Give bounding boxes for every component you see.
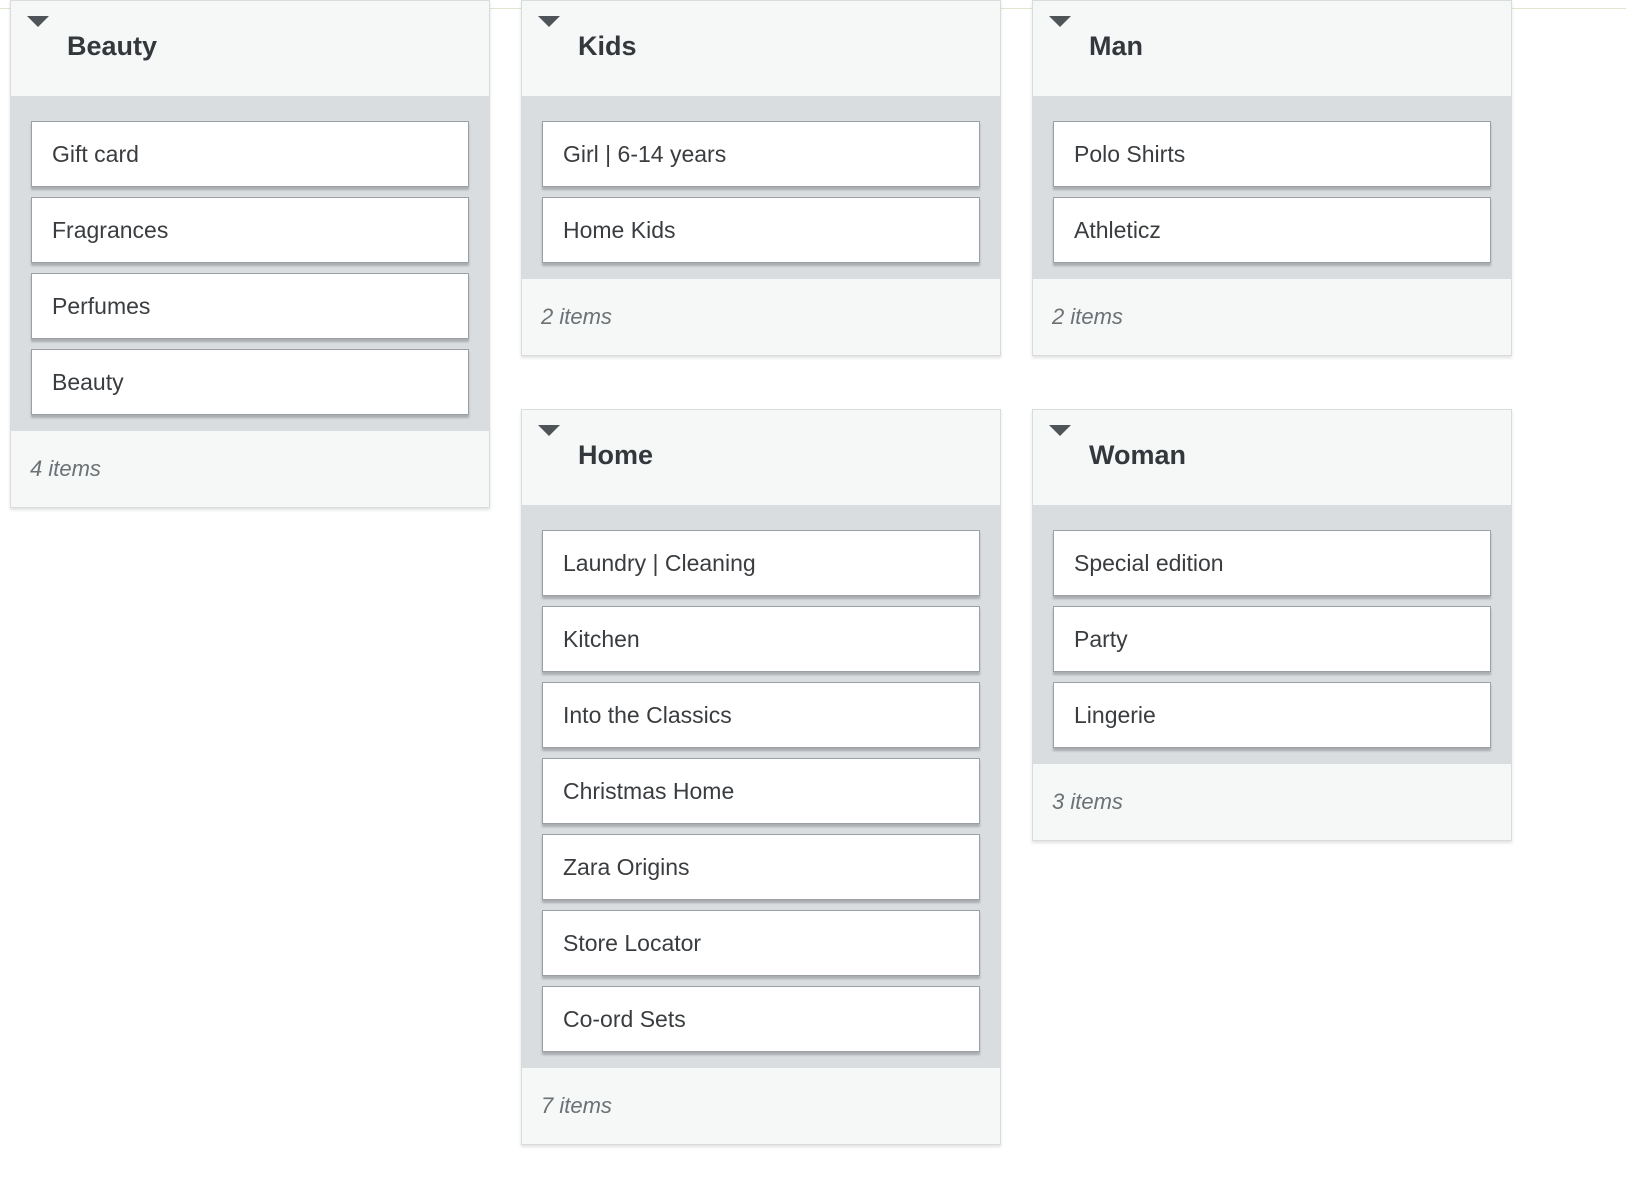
group-woman: Woman Special edition Party Lingerie 3 i… — [1032, 409, 1512, 841]
group-items: Laundry | Cleaning Kitchen Into the Clas… — [522, 505, 1000, 1068]
list-item[interactable]: Christmas Home — [542, 758, 980, 824]
group-items: Gift card Fragrances Perfumes Beauty — [11, 96, 489, 431]
group-kids: Kids Girl | 6-14 years Home Kids 2 items — [521, 0, 1001, 356]
group-items: Special edition Party Lingerie — [1033, 505, 1511, 764]
list-item[interactable]: Beauty — [31, 349, 469, 415]
list-item[interactable]: Store Locator — [542, 910, 980, 976]
list-item[interactable]: Party — [1053, 606, 1491, 672]
group-title: Kids — [578, 31, 637, 61]
item-count: 2 items — [541, 304, 612, 329]
group-items: Girl | 6-14 years Home Kids — [522, 96, 1000, 279]
item-count: 7 items — [541, 1093, 612, 1118]
caret-down-icon[interactable] — [538, 425, 560, 436]
list-item[interactable]: Fragrances — [31, 197, 469, 263]
list-item[interactable]: Girl | 6-14 years — [542, 121, 980, 187]
list-item[interactable]: Home Kids — [542, 197, 980, 263]
group-items: Polo Shirts Athleticz — [1033, 96, 1511, 279]
item-count: 4 items — [30, 456, 101, 481]
caret-down-icon[interactable] — [27, 16, 49, 27]
group-title: Man — [1089, 31, 1143, 61]
list-item[interactable]: Into the Classics — [542, 682, 980, 748]
list-item[interactable]: Athleticz — [1053, 197, 1491, 263]
item-count: 2 items — [1052, 304, 1123, 329]
group-beauty: Beauty Gift card Fragrances Perfumes Bea… — [10, 0, 490, 508]
group-header[interactable]: Kids — [522, 1, 1000, 96]
caret-down-icon[interactable] — [1049, 425, 1071, 436]
list-item[interactable]: Laundry | Cleaning — [542, 530, 980, 596]
group-header[interactable]: Man — [1033, 1, 1511, 96]
list-item[interactable]: Co-ord Sets — [542, 986, 980, 1052]
list-item[interactable]: Polo Shirts — [1053, 121, 1491, 187]
caret-down-icon[interactable] — [538, 16, 560, 27]
group-header[interactable]: Beauty — [11, 1, 489, 96]
item-count: 3 items — [1052, 789, 1123, 814]
group-title: Home — [578, 440, 654, 470]
list-item[interactable]: Zara Origins — [542, 834, 980, 900]
list-item[interactable]: Perfumes — [31, 273, 469, 339]
list-item[interactable]: Gift card — [31, 121, 469, 187]
group-home: Home Laundry | Cleaning Kitchen Into the… — [521, 409, 1001, 1145]
list-item[interactable]: Special edition — [1053, 530, 1491, 596]
list-item[interactable]: Kitchen — [542, 606, 980, 672]
group-man: Man Polo Shirts Athleticz 2 items — [1032, 0, 1512, 356]
list-item[interactable]: Lingerie — [1053, 682, 1491, 748]
caret-down-icon[interactable] — [1049, 16, 1071, 27]
group-header[interactable]: Home — [522, 410, 1000, 505]
group-header[interactable]: Woman — [1033, 410, 1511, 505]
group-title: Woman — [1089, 440, 1187, 470]
group-title: Beauty — [67, 31, 158, 61]
